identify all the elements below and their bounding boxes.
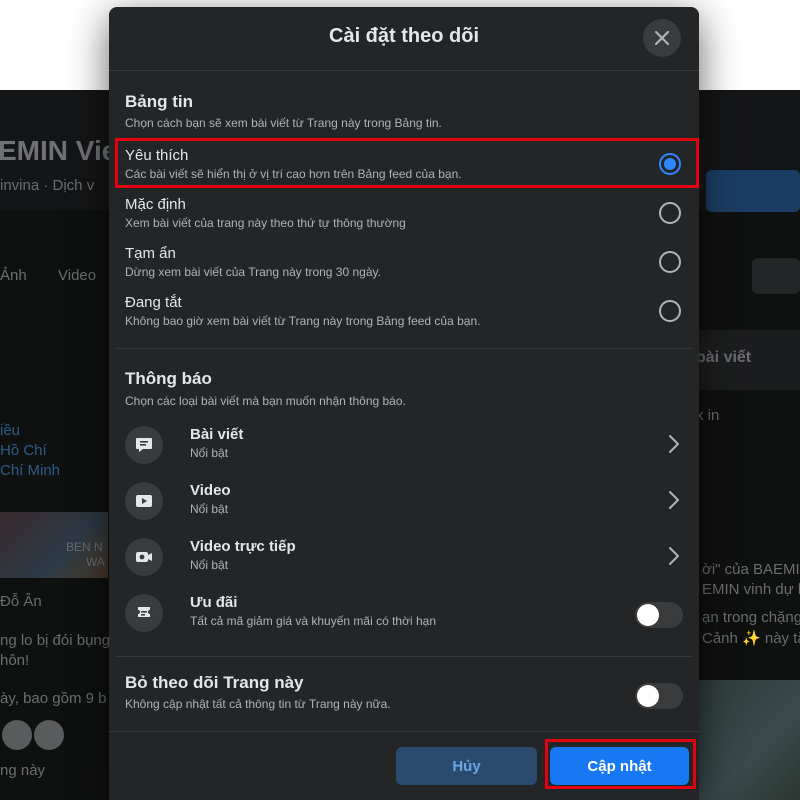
follow-settings-dialog: Cài đặt theo dõi Bảng tin Chọn cách bạn … [109, 7, 699, 800]
notifications-heading: Thông báo [125, 369, 212, 388]
background-photo-caption: BEN N [66, 540, 103, 554]
background-right-line-2: EMIN vinh dự l [702, 581, 800, 598]
chevron-right-icon[interactable] [668, 490, 680, 510]
background-avatar [2, 720, 32, 750]
radio-unselected[interactable] [659, 300, 681, 322]
option-description: Xem bài viết của trang này theo thứ tự t… [125, 216, 406, 230]
notification-sublabel: Nổi bật [190, 446, 229, 460]
unfollow-heading: Bỏ theo dõi Trang này [125, 673, 304, 692]
notification-item-video[interactable]: Video Nổi bật [117, 477, 691, 529]
background-post-line-3: ày, bao gồm 9 b [0, 690, 107, 707]
notification-sublabel: Tất cả mã giảm giá và khuyến mãi có thời… [190, 614, 436, 628]
background-posts-heading: bài viết [696, 349, 752, 366]
notification-label: Video trực tiếp [190, 538, 296, 555]
highlight-box-favorites [115, 138, 699, 188]
option-description: Dừng xem bài viết của Trang này trong 30… [125, 265, 381, 279]
option-label: Mặc định [125, 196, 186, 213]
background-more-button [752, 258, 800, 294]
background-left-line-1: iều [0, 422, 21, 439]
background-action-button [706, 170, 800, 212]
background-right-line-4: Cảnh ✨ này tặ [702, 630, 800, 647]
notification-sublabel: Nổi bật [190, 558, 229, 572]
background-post-line-1: ng lo bị đói bụng! [0, 632, 115, 649]
video-play-icon [125, 482, 163, 520]
feed-option-snooze[interactable]: Tạm ẩn Dừng xem bài viết của Trang này t… [117, 239, 691, 285]
news-feed-subtitle: Chọn cách bạn sẽ xem bài viết từ Trang n… [125, 116, 442, 130]
offer-tag-icon [125, 594, 163, 632]
background-tab-photos: Ảnh [0, 267, 27, 284]
chevron-right-icon[interactable] [668, 546, 680, 566]
background-avatar [34, 720, 64, 750]
radio-unselected[interactable] [659, 202, 681, 224]
notification-sublabel: Nổi bật [190, 502, 229, 516]
unfollow-subtitle: Không cập nhật tất cả thông tin từ Trang… [125, 697, 391, 711]
offers-toggle[interactable] [635, 602, 683, 628]
background-right-line-3: ạn trong chặng [702, 609, 800, 626]
background-photo-right [690, 680, 800, 800]
background-photo-caption-2: WA [86, 555, 105, 569]
background-page-name: EMIN Vie [0, 135, 118, 166]
notification-label: Video [190, 482, 231, 499]
feed-option-default[interactable]: Mặc định Xem bài viết của trang này theo… [117, 190, 691, 236]
cancel-button[interactable]: Hủy [396, 747, 537, 785]
chevron-right-icon[interactable] [668, 434, 680, 454]
live-video-icon [125, 538, 163, 576]
background-post-line-2: hôn! [0, 652, 30, 669]
highlight-box-update [545, 739, 696, 789]
post-icon [125, 426, 163, 464]
feed-option-off[interactable]: Đang tắt Không bao giờ xem bài viết từ T… [117, 288, 691, 334]
background-checkin: k in [696, 407, 720, 424]
option-description: Không bao giờ xem bài viết từ Trang này … [125, 314, 481, 328]
notification-item-live-video[interactable]: Video trực tiếp Nổi bật [117, 533, 691, 585]
background-author: Đỗ Ân [0, 593, 42, 610]
notifications-subtitle: Chọn các loại bài viết mà bạn muốn nhận … [125, 394, 406, 408]
section-divider [117, 348, 691, 349]
notification-label: Ưu đãi [190, 594, 238, 611]
background-left-line-2: Hồ Chí [0, 442, 47, 459]
background-left-line-3: Chí Minh [0, 462, 61, 479]
dialog-header: Cài đặt theo dõi [109, 7, 699, 71]
notification-item-posts[interactable]: Bài viết Nổi bật [117, 421, 691, 473]
background-post-line-4: ng này [0, 762, 46, 779]
dialog-title: Cài đặt theo dõi [329, 25, 479, 47]
close-button[interactable] [643, 19, 681, 57]
background-page-handle: invina · Dịch v [0, 177, 95, 194]
close-icon [654, 30, 670, 46]
notification-label: Bài viết [190, 426, 244, 443]
background-tab-video: Video [58, 267, 97, 284]
toggle-knob [637, 685, 659, 707]
notification-item-offers: Ưu đãi Tất cả mã giảm giá và khuyến mãi … [117, 589, 691, 641]
section-divider [117, 656, 691, 657]
option-label: Đang tắt [125, 294, 182, 311]
option-label: Tạm ẩn [125, 245, 176, 262]
toggle-knob [637, 604, 659, 626]
unfollow-toggle[interactable] [635, 683, 683, 709]
background-right-line-1: ời" của BAEMI [702, 561, 800, 578]
news-feed-heading: Bảng tin [125, 92, 193, 111]
radio-unselected[interactable] [659, 251, 681, 273]
